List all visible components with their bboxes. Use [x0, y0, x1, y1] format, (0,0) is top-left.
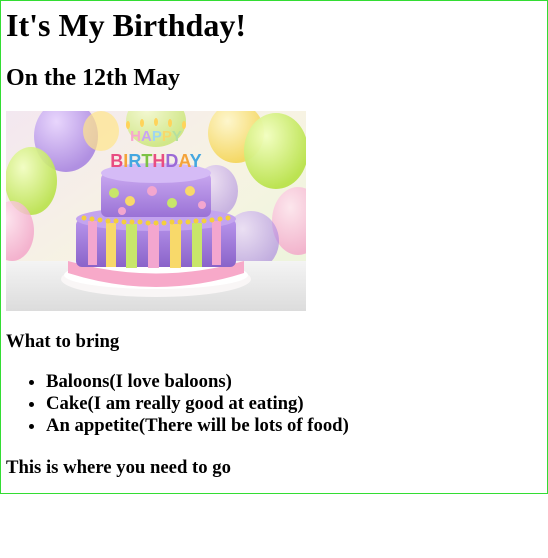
list-item: Cake(I am really good at eating) [46, 393, 349, 415]
list-item: An appetite(There will be lots of food) [46, 415, 349, 437]
bring-list: Baloons(I love baloons) Cake(I am really… [6, 371, 349, 437]
svg-text:BIRTHDAY: BIRTHDAY [110, 151, 201, 171]
birthday-cake-image: HAPPY BIRTHDAY [6, 111, 306, 311]
page-title: It's My Birthday! [6, 7, 246, 43]
what-to-bring-heading: What to bring [6, 331, 120, 352]
page-subtitle: On the 12th May [6, 65, 180, 91]
location-heading: This is where you need to go [6, 457, 231, 478]
list-item: Baloons(I love baloons) [46, 371, 349, 393]
svg-text:HAPPY: HAPPY [130, 128, 182, 145]
